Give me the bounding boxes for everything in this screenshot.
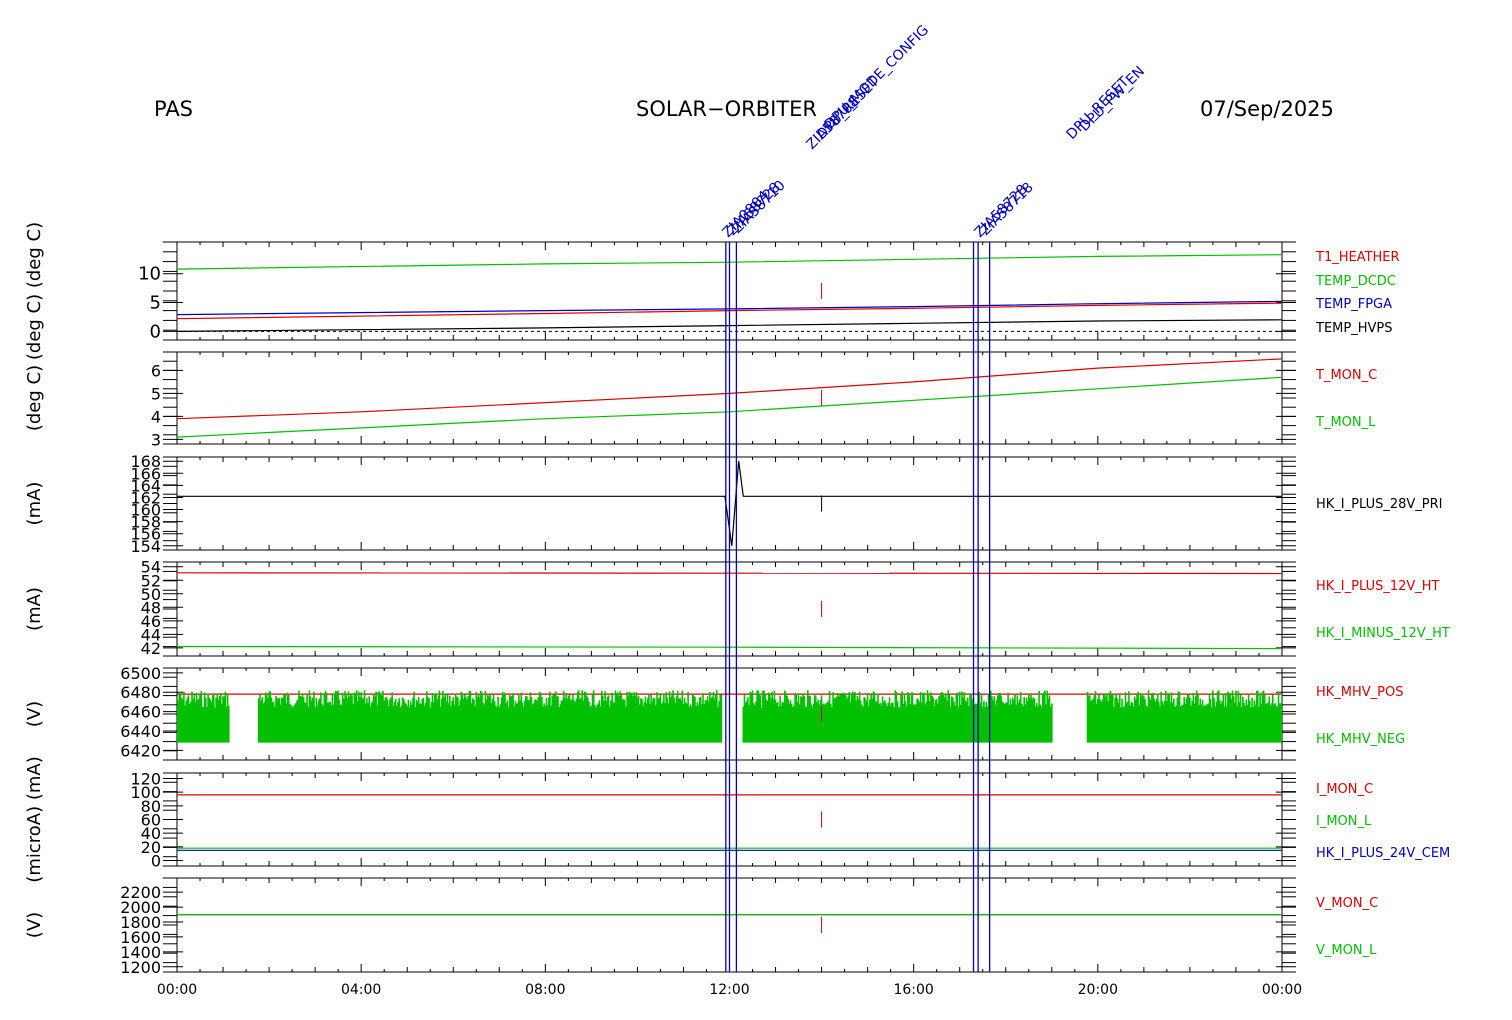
chart-panels: 0 5 10 (deg C) (deg C) T1_HEATHER TEMP_DCDC TE… — [24, 222, 1450, 977]
y-tick-label: 54 — [141, 558, 161, 577]
legend-label: V_MON_L — [1316, 943, 1377, 958]
legend-label: HK_I_MINUS_12V_HT — [1316, 626, 1450, 641]
header-instrument: PAS — [154, 97, 193, 121]
x-tick-label: 04:00 — [341, 982, 381, 998]
x-tick-label: 00:00 — [157, 982, 197, 998]
legend-label: HK_I_PLUS_24V_CEM — [1316, 846, 1450, 861]
y-tick-label: 2200 — [120, 883, 161, 902]
y-tick-label: 5 — [151, 384, 161, 403]
y-tick-label: 168 — [130, 452, 161, 471]
x-tick-label: 00:00 — [1262, 982, 1302, 998]
event-annotation: DPU_PW_EN — [1077, 63, 1148, 134]
y-tick-label: 6480 — [120, 683, 161, 702]
legend-label: T_MON_L — [1315, 415, 1376, 430]
header-date: 07/Sep/2025 — [1200, 97, 1334, 121]
legend-label: HK_I_PLUS_28V_PRI — [1316, 497, 1442, 512]
y-axis-label: (V) — [24, 912, 45, 938]
x-tick-label: 12:00 — [709, 982, 749, 998]
panel-7: 120014001600180020002200(V)V_MON_CV_MON_… — [24, 877, 1378, 977]
y-tick-label: 6460 — [120, 703, 161, 722]
legend-label: I_MON_L — [1316, 814, 1372, 829]
y-axis-label: (deg C) — [24, 365, 45, 431]
legend-label: TEMP_HVPS — [1315, 321, 1392, 336]
y-tick-label: 120 — [130, 769, 161, 788]
x-tick-label: 16:00 — [893, 982, 933, 998]
y-axis-label: (deg C) (deg C) — [24, 222, 45, 360]
x-axis: 00:00 04:00 08:00 12:00 16:00 20:00 00:00 — [157, 982, 1302, 998]
y-tick-label: 6 — [151, 361, 161, 380]
event-annotations: ZIA0804ZIA58728ZIA58710ZIA58708DPU_RESET… — [720, 22, 1148, 241]
y-tick-label: 4 — [151, 407, 161, 426]
y-tick-label: 5 — [150, 293, 161, 314]
y-tick-label: 10 — [138, 264, 161, 285]
panel-2: 3 4 5 6 (deg C) T_MON_C T_MON_L — [24, 351, 1377, 449]
panel-5: 64206440646064806500 (V) HK_MHV_POS HK_MHV_… — [24, 664, 1405, 761]
event-annotation: ZIA58718 — [978, 180, 1037, 239]
panel-1: 0 5 10 (deg C) (deg C) T1_HEATHER TEMP_DCDC TE… — [24, 222, 1400, 360]
legend-label: HK_MHV_POS — [1316, 685, 1404, 700]
legend-label: TEMP_FPGA — [1315, 297, 1392, 312]
y-tick-label: 3 — [151, 430, 161, 449]
x-tick-label: 20:00 — [1078, 982, 1118, 998]
y-tick-label: 6440 — [120, 722, 161, 741]
x-tick-label: 08:00 — [525, 982, 565, 998]
y-tick-label: 6420 — [120, 741, 161, 760]
y-axis-label: (V) — [24, 701, 45, 727]
legend-label: HK_MHV_NEG — [1316, 732, 1405, 747]
hk-chart: PAS SOLAR−ORBITER 07/Sep/2025 ZIA0804ZIA… — [24, 22, 1450, 998]
legend-label: T_MON_C — [1315, 368, 1377, 383]
legend-label: V_MON_C — [1316, 896, 1378, 911]
legend-label: TEMP_DCDC — [1315, 274, 1396, 289]
panel-3: 154156158160162164166168(mA) HK_I_PLUS_28… — [24, 452, 1442, 556]
legend-label: T1_HEATHER — [1315, 250, 1400, 265]
legend-label: HK_I_PLUS_12V_HT — [1316, 579, 1440, 594]
y-axis-label: (microA) (mA) — [24, 756, 45, 882]
event-annotation: ZIA58710 — [730, 178, 789, 237]
y-tick-label: 0 — [150, 321, 161, 342]
y-axis-label: (mA) — [24, 482, 45, 526]
header-mission: SOLAR−ORBITER — [636, 97, 817, 121]
legend-label: I_MON_C — [1316, 782, 1373, 797]
y-tick-label: 6500 — [120, 664, 161, 683]
event-annotation: DPU_MODE_CONFIG — [822, 22, 933, 133]
panel-6: 020406080100120(microA) (mA) I_MON_CI_MON… — [24, 756, 1450, 882]
y-axis-label: (mA) — [24, 587, 45, 631]
